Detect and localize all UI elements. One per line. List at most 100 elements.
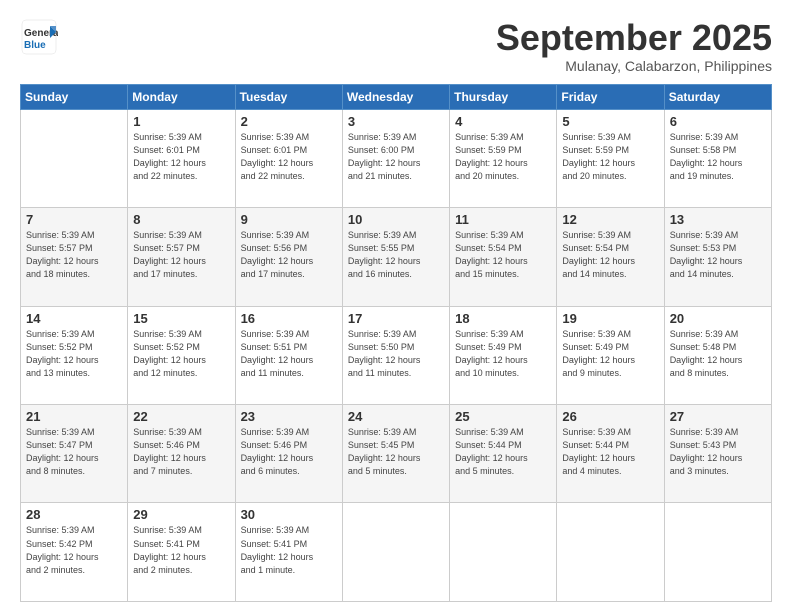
day-number: 21 — [26, 409, 122, 424]
calendar-cell: 30Sunrise: 5:39 AM Sunset: 5:41 PM Dayli… — [235, 503, 342, 602]
calendar-cell: 3 Sunrise: 5:39 AM Sunset: 6:00 PM Daylig… — [342, 109, 449, 207]
day-number: 29 — [133, 507, 229, 522]
day-info: Sunrise: 5:39 AM Sunset: 5:44 PM Dayligh… — [455, 426, 551, 478]
day-info: Sunrise: 5:39 AM Sunset: 5:41 PM Dayligh… — [241, 524, 337, 576]
calendar-cell: 19Sunrise: 5:39 AM Sunset: 5:49 PM Dayli… — [557, 306, 664, 404]
calendar-cell — [664, 503, 771, 602]
calendar-cell: 8 Sunrise: 5:39 AM Sunset: 5:57 PM Daylig… — [128, 208, 235, 306]
calendar-cell: 4 Sunrise: 5:39 AM Sunset: 5:59 PM Daylig… — [450, 109, 557, 207]
day-info: Sunrise: 5:39 AM Sunset: 5:59 PM Dayligh… — [455, 131, 551, 183]
day-number: 12 — [562, 212, 658, 227]
calendar-cell: 18 Sunrise: 5:39 AM Sunset: 5:49 PM Dayli… — [450, 306, 557, 404]
day-info: Sunrise: 5:39 AM Sunset: 5:52 PM Dayligh… — [26, 328, 122, 380]
day-number: 20 — [670, 311, 766, 326]
day-info: Sunrise: 5:39 AM Sunset: 5:46 PM Dayligh… — [133, 426, 229, 478]
calendar-week-row: 1 Sunrise: 5:39 AM Sunset: 6:01 PM Daylig… — [21, 109, 772, 207]
calendar-cell — [21, 109, 128, 207]
day-info: Sunrise: 5:39 AM Sunset: 5:55 PM Dayligh… — [348, 229, 444, 281]
day-info: Sunrise: 5:39 AM Sunset: 5:59 PM Dayligh… — [562, 131, 658, 183]
day-number: 11 — [455, 212, 551, 227]
calendar-cell: 12Sunrise: 5:39 AM Sunset: 5:54 PM Dayli… — [557, 208, 664, 306]
calendar-cell: 11 Sunrise: 5:39 AM Sunset: 5:54 PM Dayli… — [450, 208, 557, 306]
calendar-cell: 6 Sunrise: 5:39 AM Sunset: 5:58 PM Daylig… — [664, 109, 771, 207]
calendar-table: SundayMondayTuesdayWednesdayThursdayFrid… — [20, 84, 772, 602]
logo-icon: General Blue — [20, 18, 58, 56]
day-number: 9 — [241, 212, 337, 227]
day-number: 23 — [241, 409, 337, 424]
day-info: Sunrise: 5:39 AM Sunset: 5:49 PM Dayligh… — [455, 328, 551, 380]
day-info: Sunrise: 5:39 AM Sunset: 5:47 PM Dayligh… — [26, 426, 122, 478]
calendar-cell: 1 Sunrise: 5:39 AM Sunset: 6:01 PM Daylig… — [128, 109, 235, 207]
day-number: 22 — [133, 409, 229, 424]
calendar-cell: 27 Sunrise: 5:39 AM Sunset: 5:43 PM Dayli… — [664, 405, 771, 503]
calendar-cell: 21 Sunrise: 5:39 AM Sunset: 5:47 PM Dayli… — [21, 405, 128, 503]
calendar-header-friday: Friday — [557, 84, 664, 109]
calendar-cell: 22 Sunrise: 5:39 AM Sunset: 5:46 PM Dayli… — [128, 405, 235, 503]
day-number: 6 — [670, 114, 766, 129]
day-info: Sunrise: 5:39 AM Sunset: 5:53 PM Dayligh… — [670, 229, 766, 281]
day-info: Sunrise: 5:39 AM Sunset: 5:58 PM Dayligh… — [670, 131, 766, 183]
day-info: Sunrise: 5:39 AM Sunset: 5:57 PM Dayligh… — [26, 229, 122, 281]
day-info: Sunrise: 5:39 AM Sunset: 6:01 PM Dayligh… — [241, 131, 337, 183]
day-number: 24 — [348, 409, 444, 424]
calendar-cell: 7Sunrise: 5:39 AM Sunset: 5:57 PM Daylig… — [21, 208, 128, 306]
calendar-header-wednesday: Wednesday — [342, 84, 449, 109]
day-number: 16 — [241, 311, 337, 326]
calendar-cell: 16 Sunrise: 5:39 AM Sunset: 5:51 PM Dayli… — [235, 306, 342, 404]
calendar-cell: 9 Sunrise: 5:39 AM Sunset: 5:56 PM Daylig… — [235, 208, 342, 306]
day-info: Sunrise: 5:39 AM Sunset: 5:57 PM Dayligh… — [133, 229, 229, 281]
calendar-cell: 23Sunrise: 5:39 AM Sunset: 5:46 PM Dayli… — [235, 405, 342, 503]
day-number: 5 — [562, 114, 658, 129]
calendar-cell: 26 Sunrise: 5:39 AM Sunset: 5:44 PM Dayli… — [557, 405, 664, 503]
calendar-cell: 24 Sunrise: 5:39 AM Sunset: 5:45 PM Dayli… — [342, 405, 449, 503]
day-info: Sunrise: 5:39 AM Sunset: 6:01 PM Dayligh… — [133, 131, 229, 183]
calendar-cell: 20Sunrise: 5:39 AM Sunset: 5:48 PM Dayli… — [664, 306, 771, 404]
calendar-header-monday: Monday — [128, 84, 235, 109]
day-number: 2 — [241, 114, 337, 129]
calendar-cell: 17 Sunrise: 5:39 AM Sunset: 5:50 PM Dayli… — [342, 306, 449, 404]
day-number: 17 — [348, 311, 444, 326]
calendar-header-row: SundayMondayTuesdayWednesdayThursdayFrid… — [21, 84, 772, 109]
calendar-cell: 2 Sunrise: 5:39 AM Sunset: 6:01 PM Daylig… — [235, 109, 342, 207]
calendar-cell: 10 Sunrise: 5:39 AM Sunset: 5:55 PM Dayli… — [342, 208, 449, 306]
logo: General Blue — [20, 18, 58, 56]
day-info: Sunrise: 5:39 AM Sunset: 5:41 PM Dayligh… — [133, 524, 229, 576]
day-number: 26 — [562, 409, 658, 424]
calendar-header-saturday: Saturday — [664, 84, 771, 109]
calendar-cell: 25Sunrise: 5:39 AM Sunset: 5:44 PM Dayli… — [450, 405, 557, 503]
day-info: Sunrise: 5:39 AM Sunset: 5:51 PM Dayligh… — [241, 328, 337, 380]
day-info: Sunrise: 5:39 AM Sunset: 5:49 PM Dayligh… — [562, 328, 658, 380]
day-number: 13 — [670, 212, 766, 227]
calendar-header-thursday: Thursday — [450, 84, 557, 109]
day-info: Sunrise: 5:39 AM Sunset: 5:44 PM Dayligh… — [562, 426, 658, 478]
calendar-cell: 29 Sunrise: 5:39 AM Sunset: 5:41 PM Dayli… — [128, 503, 235, 602]
day-number: 10 — [348, 212, 444, 227]
day-number: 1 — [133, 114, 229, 129]
calendar-header-sunday: Sunday — [21, 84, 128, 109]
day-number: 28 — [26, 507, 122, 522]
calendar-cell: 14 Sunrise: 5:39 AM Sunset: 5:52 PM Dayli… — [21, 306, 128, 404]
day-info: Sunrise: 5:39 AM Sunset: 5:43 PM Dayligh… — [670, 426, 766, 478]
calendar-cell — [342, 503, 449, 602]
title-block: September 2025 Mulanay, Calabarzon, Phil… — [496, 18, 772, 74]
calendar-cell: 28 Sunrise: 5:39 AM Sunset: 5:42 PM Dayli… — [21, 503, 128, 602]
day-number: 14 — [26, 311, 122, 326]
month-title: September 2025 — [496, 18, 772, 58]
location: Mulanay, Calabarzon, Philippines — [496, 58, 772, 74]
calendar-cell — [450, 503, 557, 602]
day-info: Sunrise: 5:39 AM Sunset: 5:42 PM Dayligh… — [26, 524, 122, 576]
day-info: Sunrise: 5:39 AM Sunset: 5:45 PM Dayligh… — [348, 426, 444, 478]
day-number: 3 — [348, 114, 444, 129]
day-info: Sunrise: 5:39 AM Sunset: 5:56 PM Dayligh… — [241, 229, 337, 281]
day-number: 4 — [455, 114, 551, 129]
day-number: 18 — [455, 311, 551, 326]
day-info: Sunrise: 5:39 AM Sunset: 5:50 PM Dayligh… — [348, 328, 444, 380]
day-number: 8 — [133, 212, 229, 227]
day-info: Sunrise: 5:39 AM Sunset: 5:54 PM Dayligh… — [455, 229, 551, 281]
calendar-week-row: 14 Sunrise: 5:39 AM Sunset: 5:52 PM Dayli… — [21, 306, 772, 404]
day-info: Sunrise: 5:39 AM Sunset: 6:00 PM Dayligh… — [348, 131, 444, 183]
day-number: 27 — [670, 409, 766, 424]
svg-text:Blue: Blue — [24, 40, 46, 51]
day-info: Sunrise: 5:39 AM Sunset: 5:52 PM Dayligh… — [133, 328, 229, 380]
calendar-cell: 5 Sunrise: 5:39 AM Sunset: 5:59 PM Daylig… — [557, 109, 664, 207]
